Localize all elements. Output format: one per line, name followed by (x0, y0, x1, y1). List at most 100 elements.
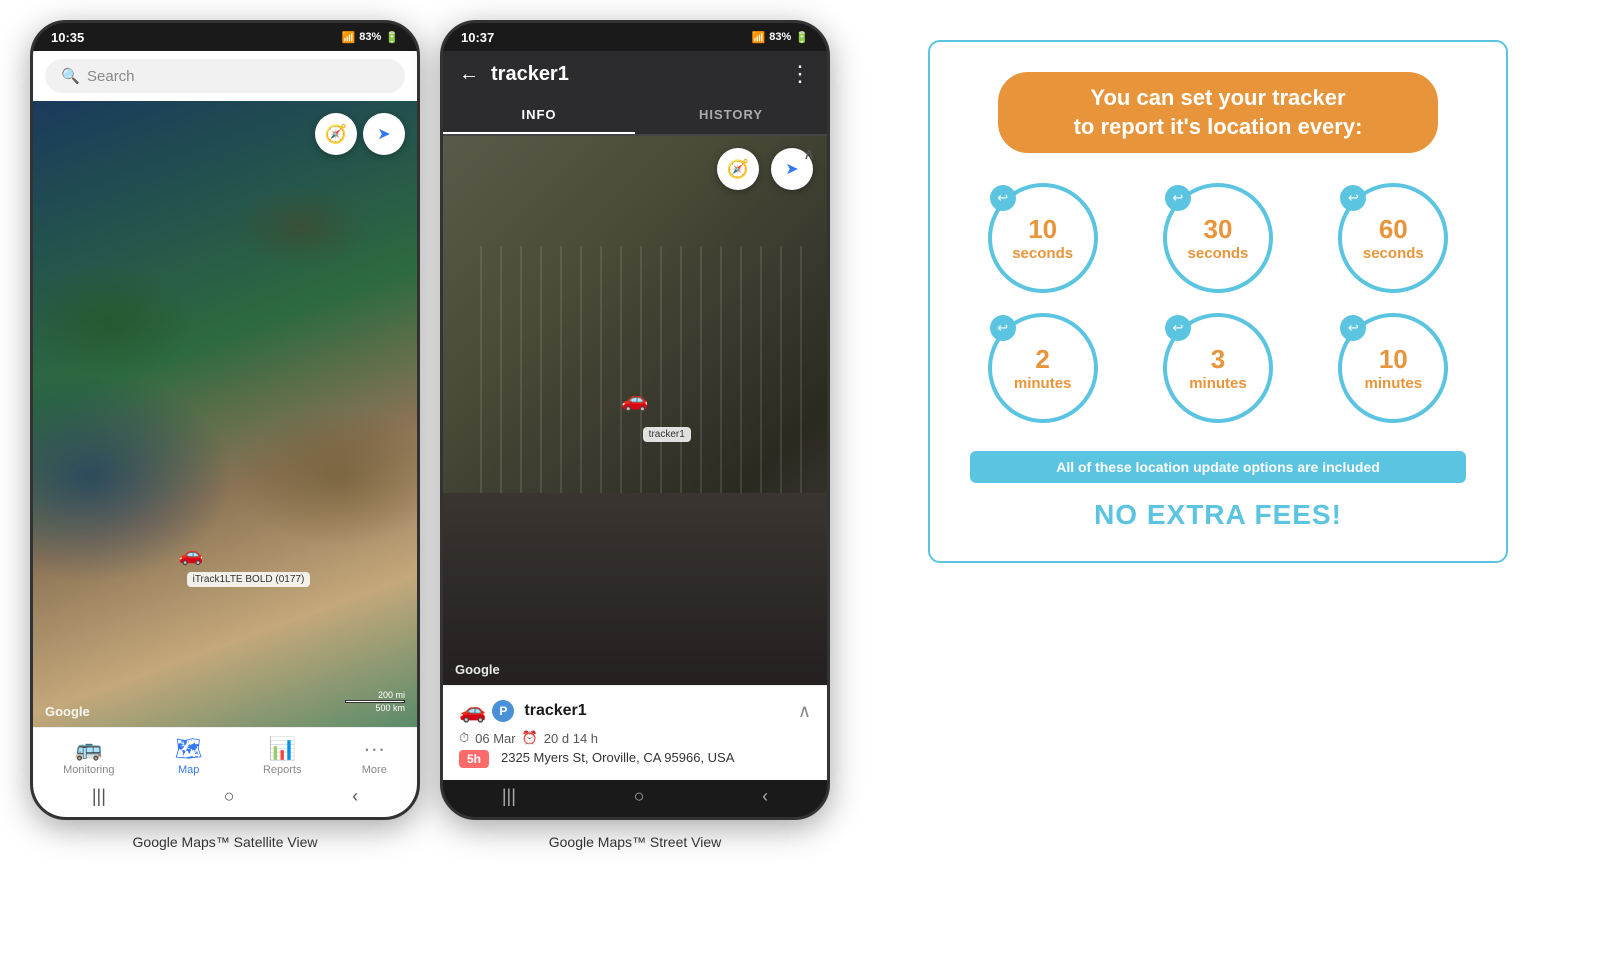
navigate-button[interactable]: ➤ (363, 113, 405, 155)
circle-10sec: ↩ 10 seconds (970, 183, 1115, 293)
circle-number-2min: 2 (1014, 344, 1072, 375)
circle-outer-3min: ↩ 3 minutes (1163, 313, 1273, 423)
phone1-battery: 83% (359, 31, 381, 43)
phone1-time: 10:35 (51, 30, 84, 45)
circle-2min: ↩ 2 minutes (970, 313, 1115, 423)
circle-text-3min: 3 minutes (1189, 344, 1247, 393)
info-card-header: 🚗 P tracker1 ∧ (459, 698, 811, 724)
system-home-icon[interactable]: ○ (224, 786, 235, 807)
phone2-caption: Google Maps™ Street View (549, 834, 722, 850)
info-row-time: ⏱ 06 Mar ⏰ 20 d 14 h (459, 730, 811, 746)
panel-title-line2: to report it's location every: (1074, 114, 1363, 139)
aerial-map-bg: 🧭 ➤ 🚗 tracker1 Google ∧ (443, 136, 827, 685)
circle-number-10sec: 10 (1012, 214, 1073, 245)
system-back-icon2[interactable]: ‹ (762, 786, 768, 807)
search-input-box[interactable]: 🔍 Search (45, 59, 405, 93)
circle-text-10sec: 10 seconds (1012, 214, 1073, 263)
panel-box-wrapper: You can set your tracker to report it's … (928, 40, 1508, 563)
panel-box: You can set your tracker to report it's … (928, 40, 1508, 563)
panel-title-box: You can set your tracker to report it's … (998, 72, 1438, 153)
circle-60sec: ↩ 60 seconds (1321, 183, 1466, 293)
circle-outer-10sec: ↩ 10 seconds (988, 183, 1098, 293)
search-placeholder: Search (87, 68, 135, 85)
battery-icon2: 🔋 (795, 31, 809, 44)
circle-outer-30sec: ↩ 30 seconds (1163, 183, 1273, 293)
circle-number-60sec: 60 (1363, 214, 1424, 245)
circle-outer-10min: ↩ 10 minutes (1338, 313, 1448, 423)
clock-icon2: ⏰ (522, 730, 538, 746)
system-nav-bar: ||| ○ ‹ (33, 780, 417, 817)
arrow-30sec: ↩ (1165, 185, 1191, 211)
compass-icon2: 🧭 (727, 159, 749, 180)
satellite-map-bg: 🧭 ➤ 🚗 iTrack1LTE BOLD (0177) Google 200 … (33, 101, 417, 727)
circle-number-3min: 3 (1189, 344, 1247, 375)
circle-10min: ↩ 10 minutes (1321, 313, 1466, 423)
tab-info[interactable]: INFO (443, 97, 635, 134)
info-tracker-name: tracker1 (524, 702, 787, 720)
circle-unit-30sec: seconds (1188, 245, 1249, 263)
battery-icon: 🔋 (385, 31, 399, 44)
parking-badge: P (492, 700, 514, 722)
nav-monitoring[interactable]: 🚌 Monitoring (63, 736, 114, 776)
nav-reports[interactable]: 📊 Reports (263, 736, 302, 776)
nav-more-label: More (362, 764, 387, 776)
arrow-10sec: ↩ (990, 185, 1016, 211)
arrow-3min: ↩ (1165, 315, 1191, 341)
aerial-map[interactable]: 🧭 ➤ 🚗 tracker1 Google ∧ (443, 136, 827, 685)
tracker-name-header: tracker1 (491, 63, 777, 86)
phone1-status-icons: 📶 83% 🔋 (342, 31, 399, 44)
panel-title-line1: You can set your tracker (1090, 85, 1345, 110)
phone1-caption: Google Maps™ Satellite View (133, 834, 318, 850)
collapse-icon[interactable]: ∧ (798, 701, 811, 722)
phone2-tabs: INFO HISTORY (443, 97, 827, 136)
wifi-icon2: 📶 (752, 31, 766, 44)
phone2-status-bar: 10:37 📶 83% 🔋 (443, 23, 827, 51)
arrow-2min: ↩ (990, 315, 1016, 341)
nav-more[interactable]: ··· More (362, 736, 387, 776)
tab-history[interactable]: HISTORY (635, 97, 827, 134)
map-icon: 🗺 (175, 736, 203, 762)
system-menu-icon2[interactable]: ||| (502, 786, 516, 807)
phone2-time: 10:37 (461, 30, 494, 45)
search-bar: 🔍 Search (33, 51, 417, 101)
info-date: 06 Mar (475, 731, 515, 746)
tracker-icon-area: 🚗 P (459, 698, 514, 724)
google-watermark2: Google (455, 662, 500, 677)
nav-map[interactable]: 🗺 Map (175, 736, 203, 776)
arrow-60sec: ↩ (1340, 185, 1366, 211)
tracker-label2: tracker1 (643, 427, 691, 442)
info-card: 🚗 P tracker1 ∧ ⏱ 06 Mar ⏰ 20 d 14 h 5h 2… (443, 685, 827, 780)
phone2: 10:37 📶 83% 🔋 ← tracker1 ⋮ INFO HISTORY … (440, 20, 830, 820)
tracker-label: iTrack1LTE BOLD (0177) (187, 572, 311, 587)
back-button[interactable]: ← (459, 63, 479, 86)
bottom-nav: 🚌 Monitoring 🗺 Map 📊 Reports ··· More (33, 727, 417, 780)
phone1: 10:35 📶 83% 🔋 🔍 Search 🧭 ➤ (30, 20, 420, 820)
circle-outer-2min: ↩ 2 minutes (988, 313, 1098, 423)
circle-unit-2min: minutes (1014, 375, 1072, 393)
circle-text-10min: 10 minutes (1365, 344, 1423, 393)
circle-number-30sec: 30 (1188, 214, 1249, 245)
satellite-map[interactable]: 🧭 ➤ 🚗 iTrack1LTE BOLD (0177) Google 200 … (33, 101, 417, 727)
navigate-icon2: ➤ (785, 159, 798, 179)
system-menu-icon[interactable]: ||| (92, 786, 106, 807)
phone2-header: ← tracker1 ⋮ (443, 51, 827, 97)
compass-button2[interactable]: 🧭 (717, 148, 759, 190)
collapse-arrow[interactable]: ∧ (803, 144, 815, 164)
context-menu-button[interactable]: ⋮ (789, 61, 811, 87)
system-home-icon2[interactable]: ○ (634, 786, 645, 807)
circle-3min: ↩ 3 minutes (1145, 313, 1290, 423)
circle-unit-60sec: seconds (1363, 245, 1424, 263)
compass-button[interactable]: 🧭 (315, 113, 357, 155)
circle-30sec: ↩ 30 seconds (1145, 183, 1290, 293)
nav-reports-label: Reports (263, 764, 302, 776)
circle-outer-60sec: ↩ 60 seconds (1338, 183, 1448, 293)
scale-bar: 200 mi 500 km (345, 690, 405, 713)
info-panel: You can set your tracker to report it's … (850, 20, 1586, 583)
car-icon-small: 🚗 (459, 698, 486, 724)
car-pin2: 🚗 (621, 387, 648, 413)
system-back-icon[interactable]: ‹ (352, 786, 358, 807)
arrow-10min: ↩ (1340, 315, 1366, 341)
phone2-battery: 83% (769, 31, 791, 43)
phone1-wrapper: 10:35 📶 83% 🔋 🔍 Search 🧭 ➤ (30, 20, 420, 850)
included-banner: All of these location update options are… (970, 451, 1466, 483)
